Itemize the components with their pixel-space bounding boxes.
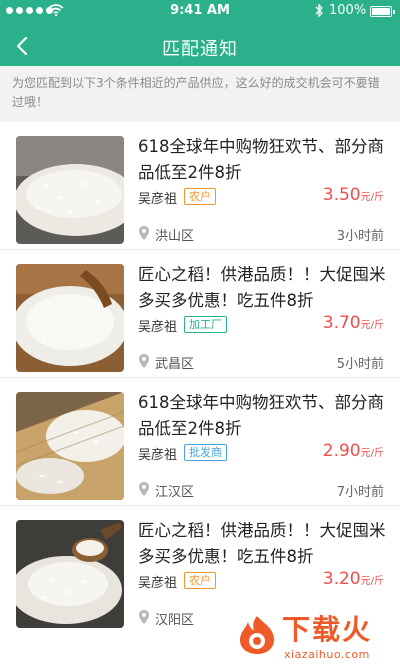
price-unit: 元/斤 bbox=[360, 320, 384, 331]
app-header: 9:41 AM 100% 匹配通知 bbox=[0, 0, 400, 66]
price-unit: 元/斤 bbox=[360, 448, 384, 459]
product-image bbox=[16, 136, 124, 244]
price-unit: 元/斤 bbox=[360, 576, 384, 587]
time-ago: 7小时前 bbox=[336, 485, 384, 500]
item-title: 匠心之稻！供港品质！！大促囤米多买多优惠！吃五件8折 bbox=[138, 521, 386, 566]
seller-name: 吴彦祖 bbox=[138, 448, 178, 463]
district: 武昌区 bbox=[155, 357, 195, 372]
time-ago: 5小时前 bbox=[336, 357, 384, 372]
battery-percent: 100% bbox=[329, 3, 367, 18]
seller-name: 吴彦祖 bbox=[138, 576, 178, 591]
seller-name: 吴彦祖 bbox=[138, 192, 178, 207]
status-bar: 9:41 AM 100% bbox=[0, 0, 400, 22]
item-title: 618全球年中购物狂欢节、部分商品低至2件8折 bbox=[138, 393, 384, 438]
district: 洪山区 bbox=[155, 229, 195, 244]
price-value: 3.20 bbox=[322, 569, 361, 589]
price: 3.70元/斤 bbox=[323, 313, 384, 333]
match-notice: 为您匹配到以下3个条件相近的产品供应，这么好的成交机会可不要错过哦！ bbox=[0, 66, 400, 122]
item-title: 618全球年中购物狂欢节、部分商品低至2件8折 bbox=[138, 137, 384, 182]
location-pin-icon bbox=[139, 354, 149, 368]
list-item[interactable]: 618全球年中购物狂欢节、部分商品低至2件8折 吴彦祖 农户 3.50元/斤 洪… bbox=[0, 122, 400, 250]
watermark-url: xiazaihuo.com bbox=[284, 648, 370, 661]
price-unit: 元/斤 bbox=[360, 192, 384, 203]
page-title: 匹配通知 bbox=[162, 39, 238, 60]
item-title: 匠心之稻！供港品质！！大促囤米多买多优惠！吃五件8折 bbox=[138, 265, 386, 310]
flame-logo-icon bbox=[240, 616, 274, 654]
product-image bbox=[16, 392, 124, 500]
district: 江汉区 bbox=[155, 485, 195, 500]
price: 3.50元/斤 bbox=[323, 185, 384, 205]
seller-name: 吴彦祖 bbox=[138, 320, 178, 335]
seller-type-badge: 农户 bbox=[184, 572, 216, 589]
product-image bbox=[16, 520, 124, 628]
price-value: 3.70 bbox=[322, 313, 361, 333]
watermark-text: 下载火 bbox=[282, 613, 373, 646]
price: 2.90元/斤 bbox=[323, 441, 384, 461]
product-image bbox=[16, 264, 124, 372]
battery-icon bbox=[370, 6, 395, 17]
list-item[interactable]: 618全球年中购物狂欢节、部分商品低至2件8折 吴彦祖 批发商 2.90元/斤 … bbox=[0, 378, 400, 506]
price-value: 2.90 bbox=[322, 441, 361, 461]
location-pin-icon bbox=[139, 226, 149, 240]
seller-type-badge: 加工厂 bbox=[184, 316, 227, 333]
watermark: 下载火 xiazaihuo.com bbox=[236, 612, 400, 666]
location-pin-icon bbox=[139, 610, 149, 624]
price-value: 3.50 bbox=[322, 185, 361, 205]
price: 3.20元/斤 bbox=[323, 569, 384, 589]
bluetooth-icon bbox=[315, 3, 323, 18]
location-pin-icon bbox=[139, 482, 149, 496]
seller-type-badge: 农户 bbox=[184, 188, 216, 205]
district: 汉阳区 bbox=[155, 613, 195, 628]
list-item[interactable]: 匠心之稻！供港品质！！大促囤米多买多优惠！吃五件8折 吴彦祖 加工厂 3.70元… bbox=[0, 250, 400, 378]
seller-type-badge: 批发商 bbox=[184, 444, 227, 461]
time-ago: 3小时前 bbox=[336, 229, 384, 244]
